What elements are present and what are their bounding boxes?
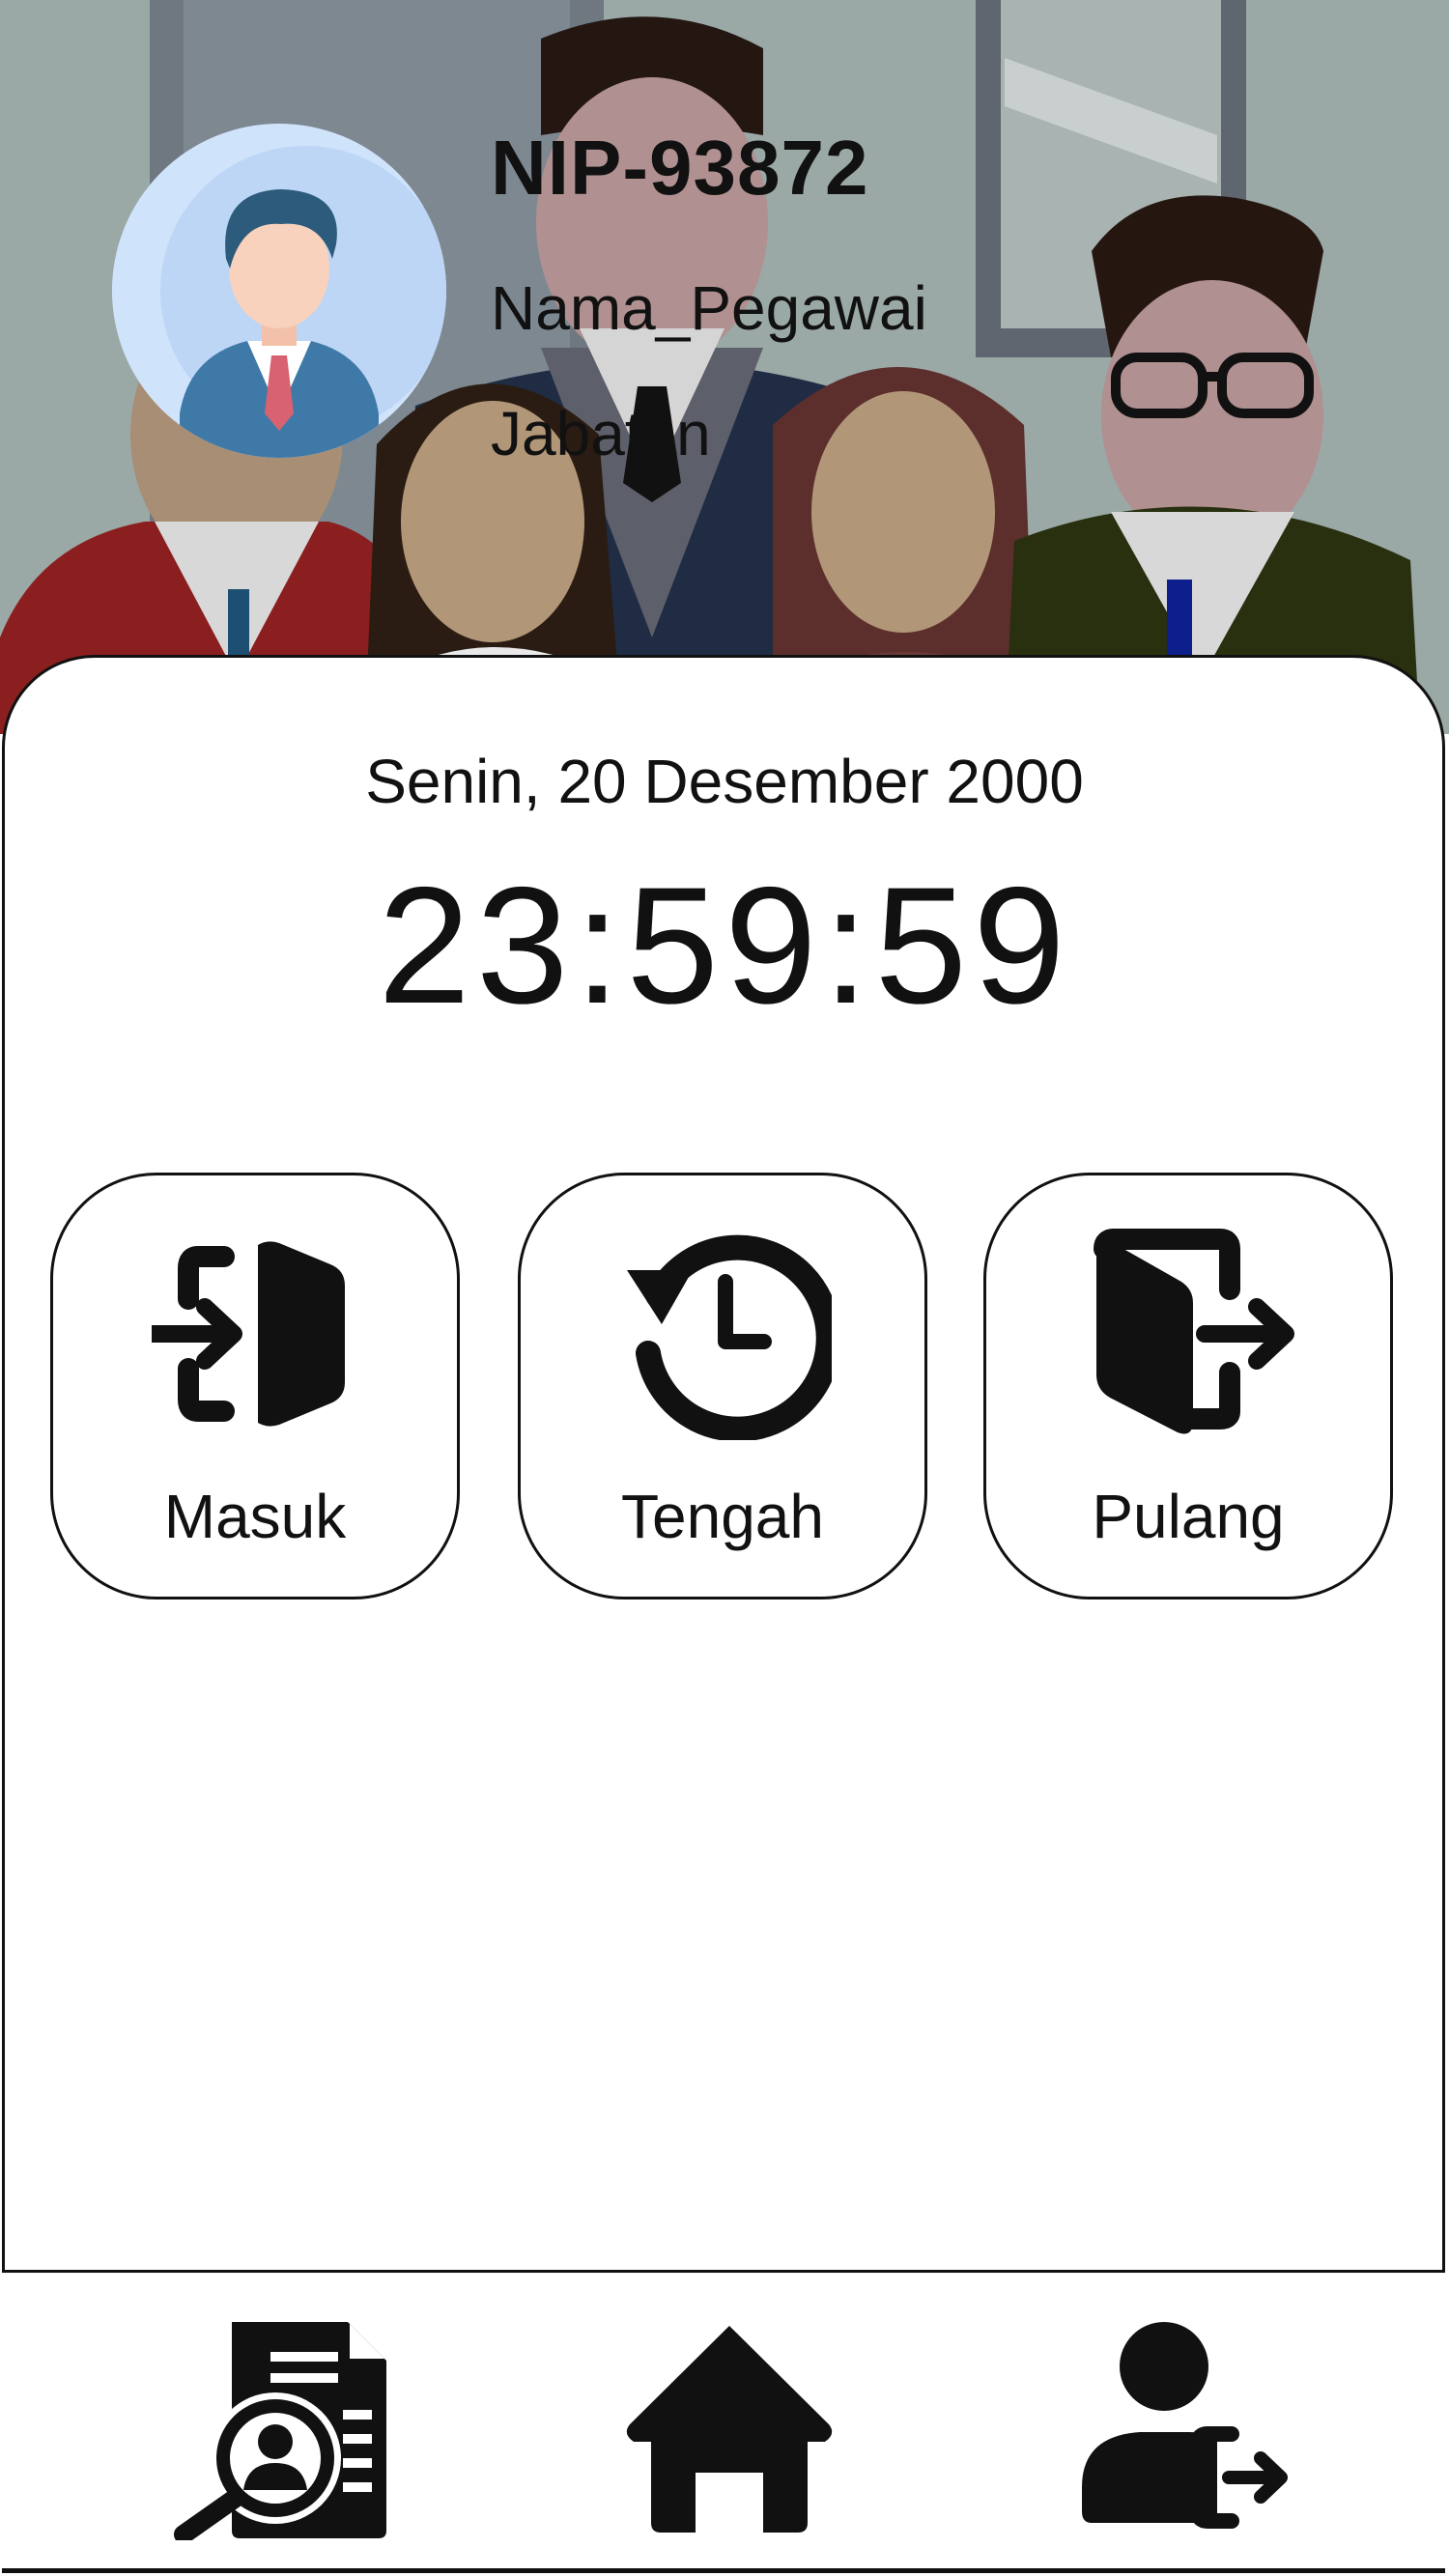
user-logout-icon — [1082, 2322, 1288, 2529]
nav-report-button[interactable] — [174, 2318, 396, 2540]
tengah-button[interactable]: Tengah — [518, 1173, 927, 1599]
pulang-button[interactable]: Pulang — [983, 1173, 1393, 1599]
history-clock-icon — [627, 1234, 832, 1440]
report-search-icon — [174, 2322, 386, 2540]
employee-nip: NIP-93872 — [491, 125, 869, 211]
door-exit-icon — [1094, 1229, 1294, 1434]
nav-home-button[interactable] — [618, 2318, 840, 2540]
employee-name: Nama_Pegawai — [491, 273, 927, 343]
door-enter-icon — [152, 1241, 345, 1427]
header-banner: NIP-93872 Nama_Pegawai Jabatan — [0, 0, 1449, 734]
employee-position: Jabatan — [491, 399, 711, 468]
employee-avatar-icon — [112, 124, 446, 458]
masuk-button[interactable]: Masuk — [50, 1173, 460, 1599]
masuk-label: Masuk — [163, 1482, 347, 1551]
tengah-label: Tengah — [621, 1482, 824, 1551]
home-icon — [626, 2326, 833, 2533]
current-date: Senin, 20 Desember 2000 — [365, 747, 1084, 816]
current-time: 23:59:59 — [378, 853, 1071, 1038]
avatar[interactable] — [112, 124, 446, 458]
nav-logout-button[interactable] — [1072, 2318, 1294, 2540]
pulang-label: Pulang — [1092, 1482, 1285, 1551]
